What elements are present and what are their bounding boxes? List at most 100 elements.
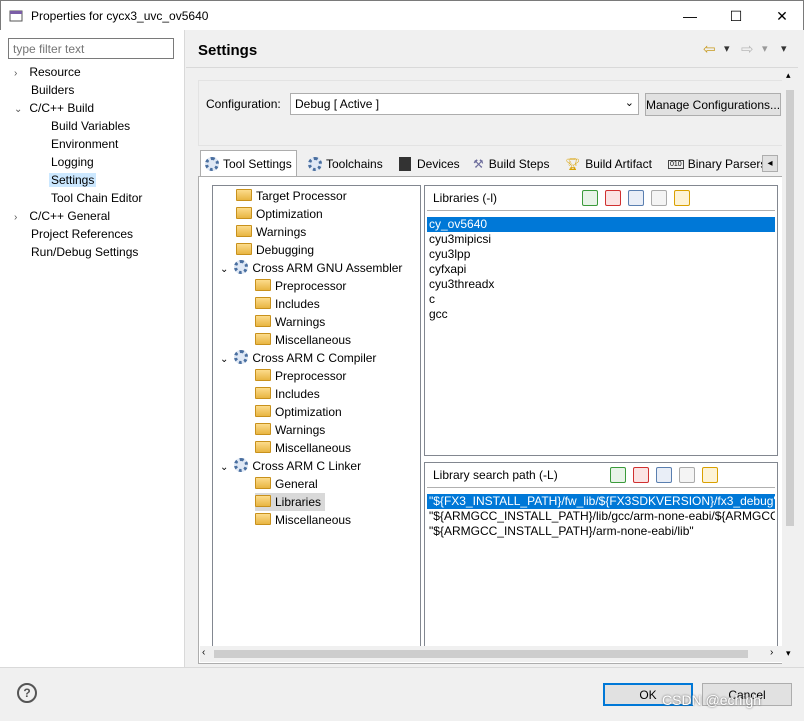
nav-item-environment[interactable]: Environment <box>14 135 184 153</box>
nav-item-run-debug-settings[interactable]: Run/Debug Settings <box>14 243 184 261</box>
list-item[interactable]: gcc <box>427 307 775 322</box>
chevron-right-icon[interactable]: › <box>14 209 26 227</box>
list-item[interactable]: cyu3mipicsi <box>427 232 775 247</box>
tree-item-debugging[interactable]: Debugging <box>236 241 314 259</box>
chevron-down-icon[interactable]: ⌄ <box>220 264 228 275</box>
list-item[interactable]: "${ARMGCC_INSTALL_PATH}/arm-none-eabi/li… <box>427 524 775 539</box>
settings-folder-icon <box>255 477 271 489</box>
list-item[interactable]: c <box>427 292 775 307</box>
chevron-right-icon[interactable]: › <box>14 65 26 83</box>
tab-tool-settings[interactable]: Tool Settings <box>200 150 297 176</box>
nav-item-project-references[interactable]: Project References <box>14 225 184 243</box>
nav-item-settings[interactable]: Settings <box>14 171 184 189</box>
page-title: Settings <box>198 42 258 59</box>
forward-arrow-icon[interactable]: ⇨ <box>741 40 754 58</box>
add-icon[interactable] <box>610 467 626 483</box>
tree-item-asm-miscellaneous[interactable]: Miscellaneous <box>255 331 351 349</box>
gear-icon <box>234 458 249 472</box>
scrollbar-thumb[interactable] <box>786 90 794 526</box>
tab-toolchains[interactable]: Toolchains <box>304 152 387 176</box>
tab-build-steps[interactable]: ⚒ Build Steps <box>469 152 553 176</box>
gear-icon <box>234 260 249 274</box>
forward-menu-icon[interactable]: ▾ <box>762 42 768 55</box>
library-search-path-list[interactable]: "${FX3_INSTALL_PATH}/fw_lib/${FX3SDKVERS… <box>427 487 775 645</box>
settings-folder-icon <box>255 423 271 435</box>
tree-item-asm-preprocessor[interactable]: Preprocessor <box>255 277 346 295</box>
back-menu-icon[interactable]: ▾ <box>724 42 730 55</box>
tree-item-optimization[interactable]: Optimization <box>236 205 323 223</box>
back-arrow-icon[interactable]: ⇦ <box>703 40 716 58</box>
tree-item-warnings[interactable]: Warnings <box>236 223 306 241</box>
list-item[interactable]: cyu3lpp <box>427 247 775 262</box>
scroll-left-icon[interactable]: ‹ <box>202 647 205 658</box>
eclipse-window-icon <box>9 9 23 23</box>
gear-icon <box>308 157 322 171</box>
nav-item-build-variables[interactable]: Build Variables <box>14 117 184 135</box>
filter-input[interactable] <box>8 38 174 59</box>
tab-binary-parsers[interactable]: 010 Binary Parsers <box>664 152 762 176</box>
nav-item-cpp-build[interactable]: ⌄ C/C++ Build <box>14 99 184 117</box>
edit-icon[interactable] <box>628 190 644 206</box>
tree-item-ld-libraries[interactable]: Libraries <box>255 493 326 511</box>
tree-item-target-processor[interactable]: Target Processor <box>236 187 347 205</box>
settings-folder-icon <box>236 225 252 237</box>
chevron-down-icon[interactable]: ⌄ <box>14 101 26 119</box>
tree-item-asm-includes[interactable]: Includes <box>255 295 320 313</box>
tab-scroll-left-icon[interactable]: ◂ <box>762 155 778 172</box>
tree-item-cc-optimization[interactable]: Optimization <box>255 403 342 421</box>
chevron-down-icon[interactable]: ⌄ <box>220 354 228 365</box>
tree-item-cc-preprocessor[interactable]: Preprocessor <box>255 367 346 385</box>
tree-item-cc-includes[interactable]: Includes <box>255 385 320 403</box>
delete-icon[interactable] <box>633 467 649 483</box>
library-search-path-panel: Library search path (-L) "${FX3_INSTALL_… <box>424 462 778 648</box>
tree-item-c-linker[interactable]: ⌄ Cross ARM C Linker <box>220 457 361 475</box>
vertical-scrollbar[interactable]: ▴ ▾ <box>782 68 798 664</box>
horizontal-scrollbar[interactable]: ‹ › <box>200 646 782 662</box>
scroll-up-icon[interactable]: ▴ <box>786 70 791 81</box>
maximize-button[interactable]: ☐ <box>713 1 759 31</box>
tree-item-ld-miscellaneous[interactable]: Miscellaneous <box>255 511 351 529</box>
close-button[interactable]: ✕ <box>759 1 804 31</box>
view-menu-icon[interactable]: ▾ <box>781 42 787 55</box>
list-item[interactable]: cy_ov5640 <box>427 217 775 232</box>
list-item[interactable]: cyfxapi <box>427 262 775 277</box>
libraries-panel: Libraries (-l) cy_ov5640 cyu3mipicsi cyu… <box>424 185 778 456</box>
move-up-icon[interactable] <box>651 190 667 206</box>
watermark: CSDN @echigh <box>662 692 762 708</box>
nav-item-resource[interactable]: › Resource <box>14 63 184 81</box>
delete-icon[interactable] <box>605 190 621 206</box>
tree-item-cc-warnings[interactable]: Warnings <box>255 421 325 439</box>
move-up-icon[interactable] <box>679 467 695 483</box>
scrollbar-thumb[interactable] <box>214 650 748 658</box>
nav-item-builders[interactable]: Builders <box>14 81 184 99</box>
list-item[interactable]: "${ARMGCC_INSTALL_PATH}/lib/gcc/arm-none… <box>427 509 775 524</box>
minimize-button[interactable]: — <box>667 1 713 31</box>
add-icon[interactable] <box>582 190 598 206</box>
manage-configurations-button[interactable]: Manage Configurations... <box>645 93 781 116</box>
scroll-down-icon[interactable]: ▾ <box>786 648 791 659</box>
tree-item-asm-warnings[interactable]: Warnings <box>255 313 325 331</box>
nav-item-tool-chain-editor[interactable]: Tool Chain Editor <box>14 189 184 207</box>
edit-icon[interactable] <box>656 467 672 483</box>
list-item[interactable]: "${FX3_INSTALL_PATH}/fw_lib/${FX3SDKVERS… <box>427 494 775 509</box>
tab-devices[interactable]: Devices <box>395 152 464 176</box>
tree-item-cc-miscellaneous[interactable]: Miscellaneous <box>255 439 351 457</box>
tab-build-artifact[interactable]: 🏆︎ Build Artifact <box>561 152 656 176</box>
chevron-down-icon[interactable]: ⌄ <box>220 462 228 473</box>
tree-item-c-compiler[interactable]: ⌄ Cross ARM C Compiler <box>220 349 376 367</box>
configuration-select[interactable]: Debug [ Active ] ⌄ <box>290 93 639 115</box>
move-down-icon[interactable] <box>674 190 690 206</box>
settings-folder-icon <box>236 189 252 201</box>
tree-item-ld-general[interactable]: General <box>255 475 318 493</box>
libraries-list[interactable]: cy_ov5640 cyu3mipicsi cyu3lpp cyfxapi cy… <box>427 210 775 453</box>
scroll-right-icon[interactable]: › <box>770 647 773 658</box>
move-down-icon[interactable] <box>702 467 718 483</box>
gear-icon <box>205 156 219 171</box>
list-item[interactable]: cyu3threadx <box>427 277 775 292</box>
settings-folder-icon <box>255 405 271 417</box>
help-icon[interactable]: ? <box>17 683 37 703</box>
settings-folder-icon <box>255 387 271 399</box>
nav-item-logging[interactable]: Logging <box>14 153 184 171</box>
tree-item-assembler[interactable]: ⌄ Cross ARM GNU Assembler <box>220 259 402 277</box>
nav-item-cpp-general[interactable]: › C/C++ General <box>14 207 184 225</box>
